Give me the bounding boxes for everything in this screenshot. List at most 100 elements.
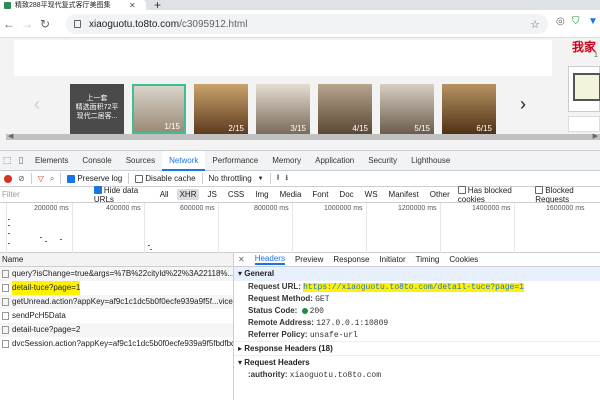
network-timeline[interactable]: 200000 ms 400000 ms 600000 ms 800000 ms …	[0, 203, 600, 253]
scroll-left-icon[interactable]: ◀	[8, 132, 13, 140]
close-icon[interactable]: ✕	[238, 255, 245, 264]
type-ws[interactable]: WS	[362, 189, 381, 200]
timeline-bar	[45, 241, 47, 242]
file-icon	[2, 298, 9, 306]
thumb-6[interactable]: 6/15	[442, 84, 496, 134]
thumb-5-index: 5/15	[414, 124, 430, 133]
filter-input[interactable]: Filter	[2, 190, 89, 199]
thumb-3[interactable]: 3/15	[256, 84, 310, 134]
next-arrow-icon[interactable]: ›	[520, 94, 526, 115]
request-url-value: https://xiaoguotu.to8to.com/detail-tuce?…	[303, 283, 524, 292]
prev-arrow-icon[interactable]: ‹	[34, 94, 40, 115]
response-headers-section[interactable]: ▸ Response Headers (18)	[234, 341, 600, 355]
scroll-right-icon[interactable]: ▶	[593, 132, 598, 140]
has-blocked-cookies-checkbox[interactable]: Has blocked cookies	[457, 186, 530, 204]
request-headers-section[interactable]: ▾ Request Headers	[234, 355, 600, 369]
preserve-log-checkbox[interactable]: Preserve log	[67, 174, 122, 183]
blocked-requests-checkbox[interactable]: Blocked Requests	[535, 186, 600, 204]
back-icon[interactable]: ←	[0, 17, 18, 31]
tab-console[interactable]: Console	[75, 151, 118, 171]
clear-icon[interactable]: ⊘	[18, 174, 25, 183]
tab-application[interactable]: Application	[308, 151, 361, 171]
thumb-5[interactable]: 5/15	[380, 84, 434, 134]
tab-headers[interactable]: Headers	[254, 254, 285, 265]
tab-memory[interactable]: Memory	[265, 151, 308, 171]
timeline-bar	[8, 225, 10, 226]
tab-lighthouse[interactable]: Lighthouse	[404, 151, 457, 171]
side-ad[interactable]	[568, 66, 600, 112]
type-doc[interactable]: Doc	[336, 189, 356, 200]
device-toolbar-icon[interactable]: ▯	[14, 151, 28, 171]
request-method-value: GET	[315, 295, 330, 304]
export-har-icon[interactable]: ⭳	[285, 172, 288, 186]
timeline-tick: 1400000 ms	[472, 205, 511, 212]
record-icon[interactable]	[4, 174, 12, 183]
extension-icon[interactable]: ◎	[556, 16, 565, 27]
type-img[interactable]: Img	[252, 189, 271, 200]
import-har-icon[interactable]: ⭱	[277, 172, 280, 186]
table-row[interactable]: getUnread.action?appKey=af9c1c1dc5b0f0ec…	[0, 295, 233, 309]
thumb-2[interactable]: 2/15	[194, 84, 248, 134]
throttling-select[interactable]: No throttling	[209, 174, 252, 183]
timeline-bar	[8, 219, 10, 220]
tab-sources[interactable]: Sources	[119, 151, 162, 171]
browser-tab[interactable]: 精致288平现代复式客厅美图集 ✕	[0, 0, 146, 10]
file-icon	[2, 340, 9, 348]
request-url-key: Request URL:	[248, 282, 301, 291]
tab-cookies[interactable]: Cookies	[449, 255, 478, 264]
table-row[interactable]: query?isChange=true&args=%7B%22cityId%22…	[0, 267, 233, 281]
tab-security[interactable]: Security	[361, 151, 404, 171]
prev-set-thumb[interactable]: 上一套 精选面积72平 现代二居客...	[70, 84, 124, 134]
tab-performance[interactable]: Performance	[205, 151, 265, 171]
detail-tabs: ✕ Headers Preview Response Initiator Tim…	[234, 253, 600, 267]
reload-icon[interactable]: ↻	[36, 17, 54, 31]
table-row[interactable]: detail-tuce?page=2	[0, 323, 233, 337]
search-icon[interactable]: ⌕	[50, 174, 54, 184]
close-tab-icon[interactable]: ✕	[129, 1, 136, 10]
tab-preview[interactable]: Preview	[295, 255, 323, 264]
request-name: getUnread.action?appKey=af9c1c1dc5b0f0ec…	[12, 297, 233, 306]
filter-icon[interactable]: ▽	[38, 174, 44, 183]
forward-icon[interactable]: →	[18, 17, 36, 31]
tab-network[interactable]: Network	[162, 150, 206, 171]
file-icon	[2, 270, 9, 278]
type-manifest[interactable]: Manifest	[386, 189, 422, 200]
hide-data-urls-checkbox[interactable]: Hide data URLs	[93, 186, 152, 204]
request-name: sendPcH5Data	[12, 311, 66, 320]
inspect-element-icon[interactable]: ⬚	[0, 151, 14, 171]
shield-icon[interactable]: ⛉	[572, 16, 580, 27]
tab-initiator[interactable]: Initiator	[379, 255, 405, 264]
horizontal-scrollbar[interactable]: ◀ ▶	[6, 132, 600, 140]
type-css[interactable]: CSS	[225, 189, 247, 200]
thumb-2-index: 2/15	[228, 124, 244, 133]
filter-bar: Filter Hide data URLs All XHR JS CSS Img…	[0, 186, 600, 204]
name-column-header[interactable]: Name	[0, 253, 233, 267]
bookmark-star-icon[interactable]: ☆	[530, 18, 540, 31]
table-row[interactable]: sendPcH5Data	[0, 309, 233, 323]
remote-address-key: Remote Address:	[248, 318, 314, 327]
table-row[interactable]: dvcSession.action?appKey=af9c1c1dc5b0f0e…	[0, 337, 233, 351]
status-ok-icon	[301, 307, 308, 314]
thumb-1[interactable]: 1/15	[132, 84, 186, 134]
tab-timing[interactable]: Timing	[416, 255, 440, 264]
type-js[interactable]: JS	[204, 189, 219, 200]
chevron-down-icon[interactable]: ▼	[258, 176, 264, 182]
general-section-header[interactable]: ▾ General	[234, 267, 600, 281]
divider	[128, 173, 130, 184]
request-name: detail-tuce?page=1	[12, 281, 81, 295]
devtools-panel: ⬚ ▯ Elements Console Sources Network Per…	[0, 150, 600, 400]
type-font[interactable]: Font	[309, 189, 331, 200]
thumb-4[interactable]: 4/15	[318, 84, 372, 134]
tab-elements[interactable]: Elements	[28, 151, 75, 171]
type-media[interactable]: Media	[277, 189, 305, 200]
type-xhr[interactable]: XHR	[176, 189, 200, 200]
referrer-policy-key: Referrer Policy:	[248, 330, 308, 339]
request-url-row: Request URL: https://xiaoguotu.to8to.com…	[234, 281, 600, 293]
disable-cache-checkbox[interactable]: Disable cache	[135, 174, 196, 183]
type-all[interactable]: All	[157, 189, 172, 200]
type-other[interactable]: Other	[427, 189, 453, 200]
extension-icon-2[interactable]: ▼	[588, 16, 598, 27]
address-bar[interactable]: xiaoguotu.to8to.com /c3095912.html ☆	[66, 14, 548, 34]
tab-response[interactable]: Response	[333, 255, 369, 264]
table-row[interactable]: detail-tuce?page=1	[0, 281, 233, 295]
